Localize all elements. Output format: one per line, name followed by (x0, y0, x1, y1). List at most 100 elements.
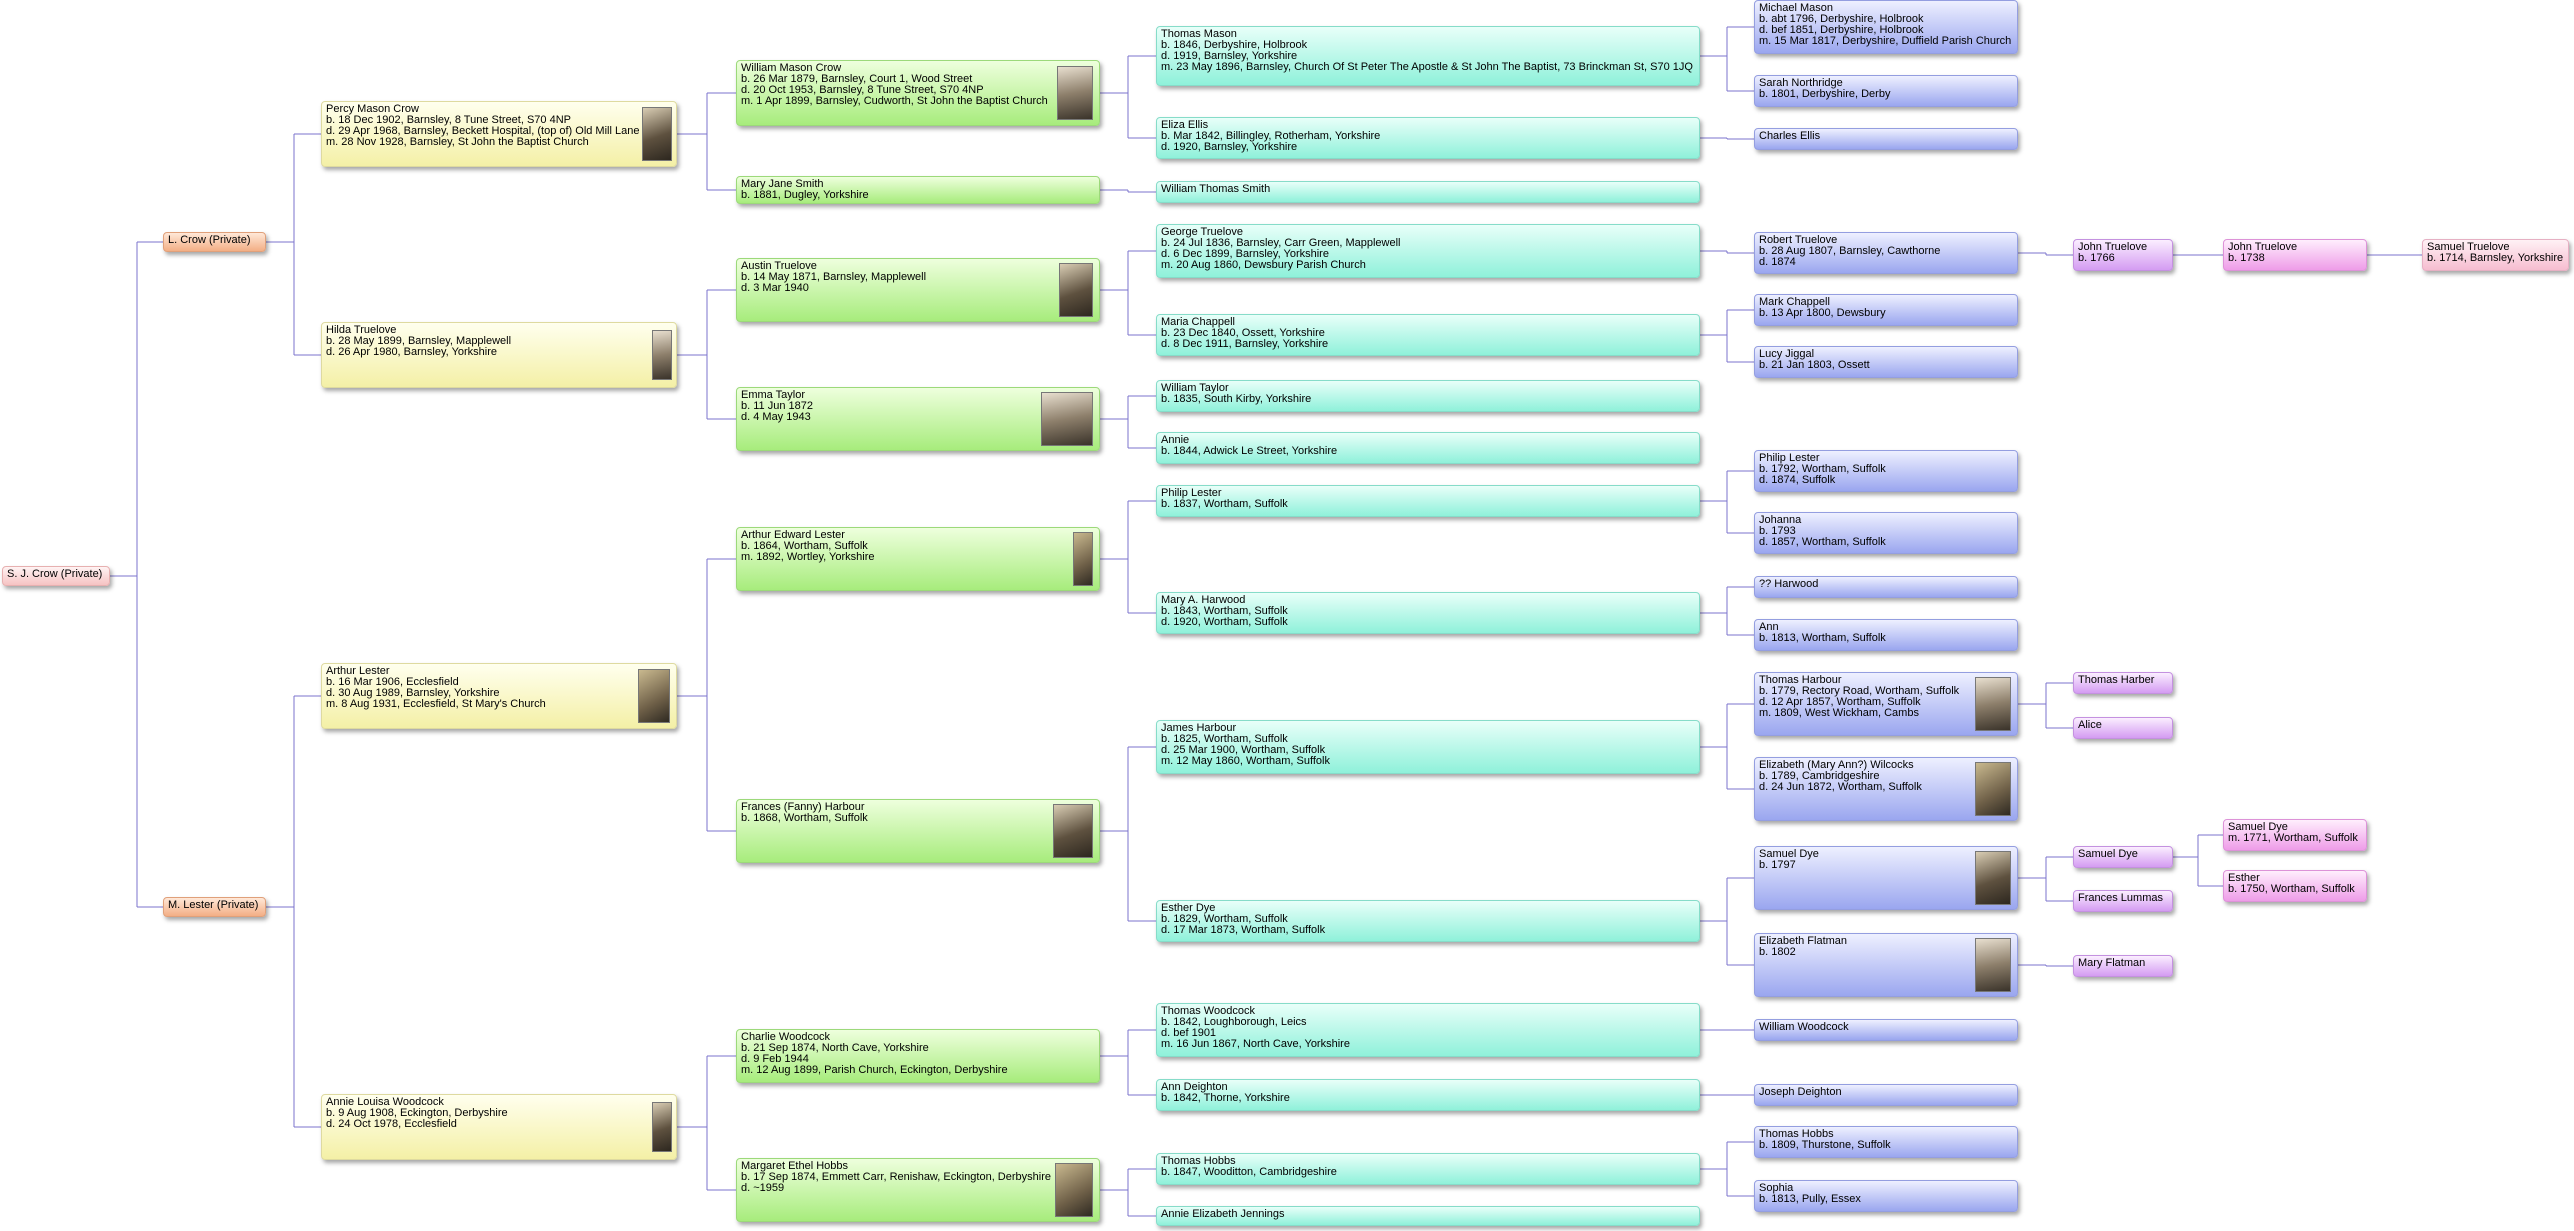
person-card[interactable]: Annie Elizabeth Jennings (1156, 1206, 1700, 1226)
person-detail: m. 1892, Wortley, Yorkshire (741, 551, 875, 563)
person-card[interactable]: Alice (2073, 717, 2173, 739)
person-card[interactable]: Austin Truelove b. 14 May 1871, Barnsley,… (736, 258, 1100, 322)
person-name: Joseph Deighton (1759, 1086, 1842, 1098)
person-card[interactable]: Robert Truelove b. 28 Aug 1807, Barnsley,… (1754, 232, 2018, 274)
person-card[interactable]: Mary A. Harwood b. 1843, Wortham, Suffolk… (1156, 592, 1700, 634)
portrait-photo (1975, 677, 2011, 731)
person-card[interactable]: Thomas Hobbs b. 1847, Wooditton, Cambridg… (1156, 1153, 1700, 1185)
person-card[interactable]: Lucy Jiggal b. 21 Jan 1803, Ossett (1754, 346, 2018, 378)
person-card[interactable]: John Truelove b. 1766 (2073, 239, 2173, 271)
person-name: Samuel Dye (2078, 848, 2138, 860)
person-card[interactable]: Elizabeth Flatman b. 1802 (1754, 933, 2018, 997)
person-card[interactable]: Samuel Dye (2073, 846, 2173, 868)
person-detail: m. 15 Mar 1817, Derbyshire, Duffield Par… (1759, 35, 2012, 47)
person-card[interactable]: Eliza Ellis b. Mar 1842, Billingley, Roth… (1156, 117, 1700, 159)
person-detail: b. 1881, Dugley, Yorkshire (741, 189, 869, 201)
person-card[interactable]: William Mason Crow b. 26 Mar 1879, Barnsl… (736, 60, 1100, 126)
person-card[interactable]: Philip Lester b. 1792, Wortham, Suffolk d.… (1754, 450, 2018, 492)
person-card[interactable]: Margaret Ethel Hobbs b. 17 Sep 1874, Emme… (736, 1158, 1100, 1222)
person-card[interactable]: Arthur Lester b. 16 Mar 1906, Ecclesfield… (321, 663, 677, 729)
person-card[interactable]: Philip Lester b. 1837, Wortham, Suffolk (1156, 485, 1700, 517)
person-card[interactable]: Arthur Edward Lester b. 1864, Wortham, Su… (736, 527, 1100, 591)
person-detail: b. 1750, Wortham, Suffolk (2228, 883, 2355, 895)
person-card[interactable]: John Truelove b. 1738 (2223, 239, 2367, 271)
portrait-photo (638, 669, 670, 723)
person-card[interactable]: Charles Ellis (1754, 128, 2018, 150)
person-detail: b. 1868, Wortham, Suffolk (741, 812, 868, 824)
person-detail: m. 20 Aug 1860, Dewsbury Parish Church (1161, 259, 1366, 271)
person-card[interactable]: S. J. Crow (Private) (2, 566, 110, 586)
person-name: M. Lester (Private) (168, 899, 259, 911)
person-detail: b. 1835, South Kirby, Yorkshire (1161, 393, 1312, 405)
person-name: ?? Harwood (1759, 578, 1819, 590)
person-card[interactable]: Samuel Truelove b. 1714, Barnsley, Yorksh… (2422, 239, 2569, 271)
person-card[interactable]: Frances Lummas (2073, 890, 2173, 912)
person-card[interactable]: Annie Louisa Woodcock b. 9 Aug 1908, Ecki… (321, 1094, 677, 1160)
person-card[interactable]: Esther Dye b. 1829, Wortham, Suffolk d. 17… (1156, 900, 1700, 942)
person-card[interactable]: Thomas Woodcock b. 1842, Loughborough, Le… (1156, 1003, 1700, 1057)
person-detail: m. 23 May 1896, Barnsley, Church Of St P… (1161, 61, 1693, 73)
portrait-photo (1059, 263, 1093, 317)
person-name: William Woodcock (1759, 1021, 1849, 1033)
person-card[interactable]: Thomas Harbour b. 1779, Rectory Road, Wor… (1754, 672, 2018, 736)
person-card[interactable]: Elizabeth (Mary Ann?) Wilcocks b. 1789, C… (1754, 757, 2018, 821)
portrait-photo (1041, 392, 1093, 446)
person-name: William Thomas Smith (1161, 183, 1271, 195)
portrait-photo (1055, 1163, 1093, 1217)
person-card[interactable]: M. Lester (Private) (163, 897, 266, 917)
person-detail: b. 1714, Barnsley, Yorkshire (2427, 252, 2564, 264)
person-detail: b. 28 Aug 1807, Barnsley, Cawthorne (1759, 245, 1941, 257)
person-card[interactable]: Ann Deighton b. 1842, Thorne, Yorkshire (1156, 1079, 1700, 1111)
person-card[interactable]: James Harbour b. 1825, Wortham, Suffolk d.… (1156, 720, 1700, 774)
person-detail: d. 17 Mar 1873, Wortham, Suffolk (1161, 924, 1326, 936)
person-name: S. J. Crow (Private) (7, 568, 103, 580)
person-card[interactable]: L. Crow (Private) (163, 232, 266, 252)
person-card[interactable]: Mary Flatman (2073, 955, 2173, 977)
person-card[interactable]: Sarah Northridge b. 1801, Derbyshire, Der… (1754, 75, 2018, 107)
person-detail: d. 1857, Wortham, Suffolk (1759, 536, 1886, 548)
person-card[interactable]: Maria Chappell b. 23 Dec 1840, Ossett, Yo… (1156, 314, 1700, 356)
person-detail: b. 13 Apr 1800, Dewsbury (1759, 307, 1886, 319)
person-card[interactable]: Emma Taylor b. 11 Jun 1872 d. 4 May 1943 (736, 387, 1100, 451)
person-detail: b. 1813, Wortham, Suffolk (1759, 632, 1886, 644)
person-detail: b. 1844, Adwick Le Street, Yorkshire (1161, 445, 1338, 457)
person-detail: b. 1738 (2228, 252, 2265, 264)
person-name: Charles Ellis (1759, 130, 1821, 142)
portrait-photo (642, 107, 672, 161)
person-detail: m. 16 Jun 1867, North Cave, Yorkshire (1161, 1038, 1350, 1050)
person-card[interactable]: Joseph Deighton (1754, 1084, 2018, 1106)
person-card[interactable]: William Taylor b. 1835, South Kirby, York… (1156, 380, 1700, 412)
person-detail: d. 1920, Barnsley, Yorkshire (1161, 141, 1298, 153)
person-card[interactable]: Annie b. 1844, Adwick Le Street, Yorkshir… (1156, 432, 1700, 464)
person-card[interactable]: George Truelove b. 24 Jul 1836, Barnsley,… (1156, 224, 1700, 278)
person-detail: d. 24 Oct 1978, Ecclesfield (326, 1118, 457, 1130)
person-card[interactable]: Thomas Harber (2073, 672, 2173, 694)
person-card[interactable]: Percy Mason Crow b. 18 Dec 1902, Barnsley… (321, 101, 677, 167)
person-name: Alice (2078, 719, 2102, 731)
person-detail: m. 1 Apr 1899, Barnsley, Cudworth, St Jo… (741, 95, 1048, 107)
person-card[interactable]: Johanna b. 1793 d. 1857, Wortham, Suffolk (1754, 512, 2018, 554)
person-card[interactable]: Sophia b. 1813, Pully, Essex (1754, 1180, 2018, 1212)
person-card[interactable]: Hilda Truelove b. 28 May 1899, Barnsley, … (321, 322, 677, 388)
person-detail: d. 8 Dec 1911, Barnsley, Yorkshire (1161, 338, 1329, 350)
person-card[interactable]: Thomas Hobbs b. 1809, Thurstone, Suffolk (1754, 1126, 2018, 1158)
person-card[interactable]: Ann b. 1813, Wortham, Suffolk (1754, 619, 2018, 651)
person-card[interactable]: Samuel Dye m. 1771, Wortham, Suffolk (2223, 819, 2367, 851)
person-detail: b. 1766 (2078, 252, 2115, 264)
person-card[interactable]: Thomas Mason b. 1846, Derbyshire, Holbroo… (1156, 26, 1700, 86)
portrait-photo (1053, 804, 1093, 858)
person-detail: d. 3 Mar 1940 (741, 282, 809, 294)
person-card[interactable]: Michael Mason b. abt 1796, Derbyshire, Ho… (1754, 0, 2018, 54)
person-card[interactable]: William Woodcock (1754, 1019, 2018, 1041)
person-card[interactable]: William Thomas Smith (1156, 181, 1700, 203)
portrait-photo (1057, 66, 1093, 120)
person-card[interactable]: Mark Chappell b. 13 Apr 1800, Dewsbury (1754, 294, 2018, 326)
person-card[interactable]: Charlie Woodcock b. 21 Sep 1874, North Ca… (736, 1029, 1100, 1083)
person-card[interactable]: Mary Jane Smith b. 1881, Dugley, Yorkshir… (736, 176, 1100, 204)
person-card[interactable]: Esther b. 1750, Wortham, Suffolk (2223, 870, 2367, 902)
person-card[interactable]: ?? Harwood (1754, 576, 2018, 598)
person-detail: b. 1813, Pully, Essex (1759, 1193, 1861, 1205)
person-card[interactable]: Samuel Dye b. 1797 (1754, 846, 2018, 910)
person-card[interactable]: Frances (Fanny) Harbour b. 1868, Wortham,… (736, 799, 1100, 863)
person-detail: b. 17 Sep 1874, Emmett Carr, Renishaw, E… (741, 1171, 1051, 1183)
